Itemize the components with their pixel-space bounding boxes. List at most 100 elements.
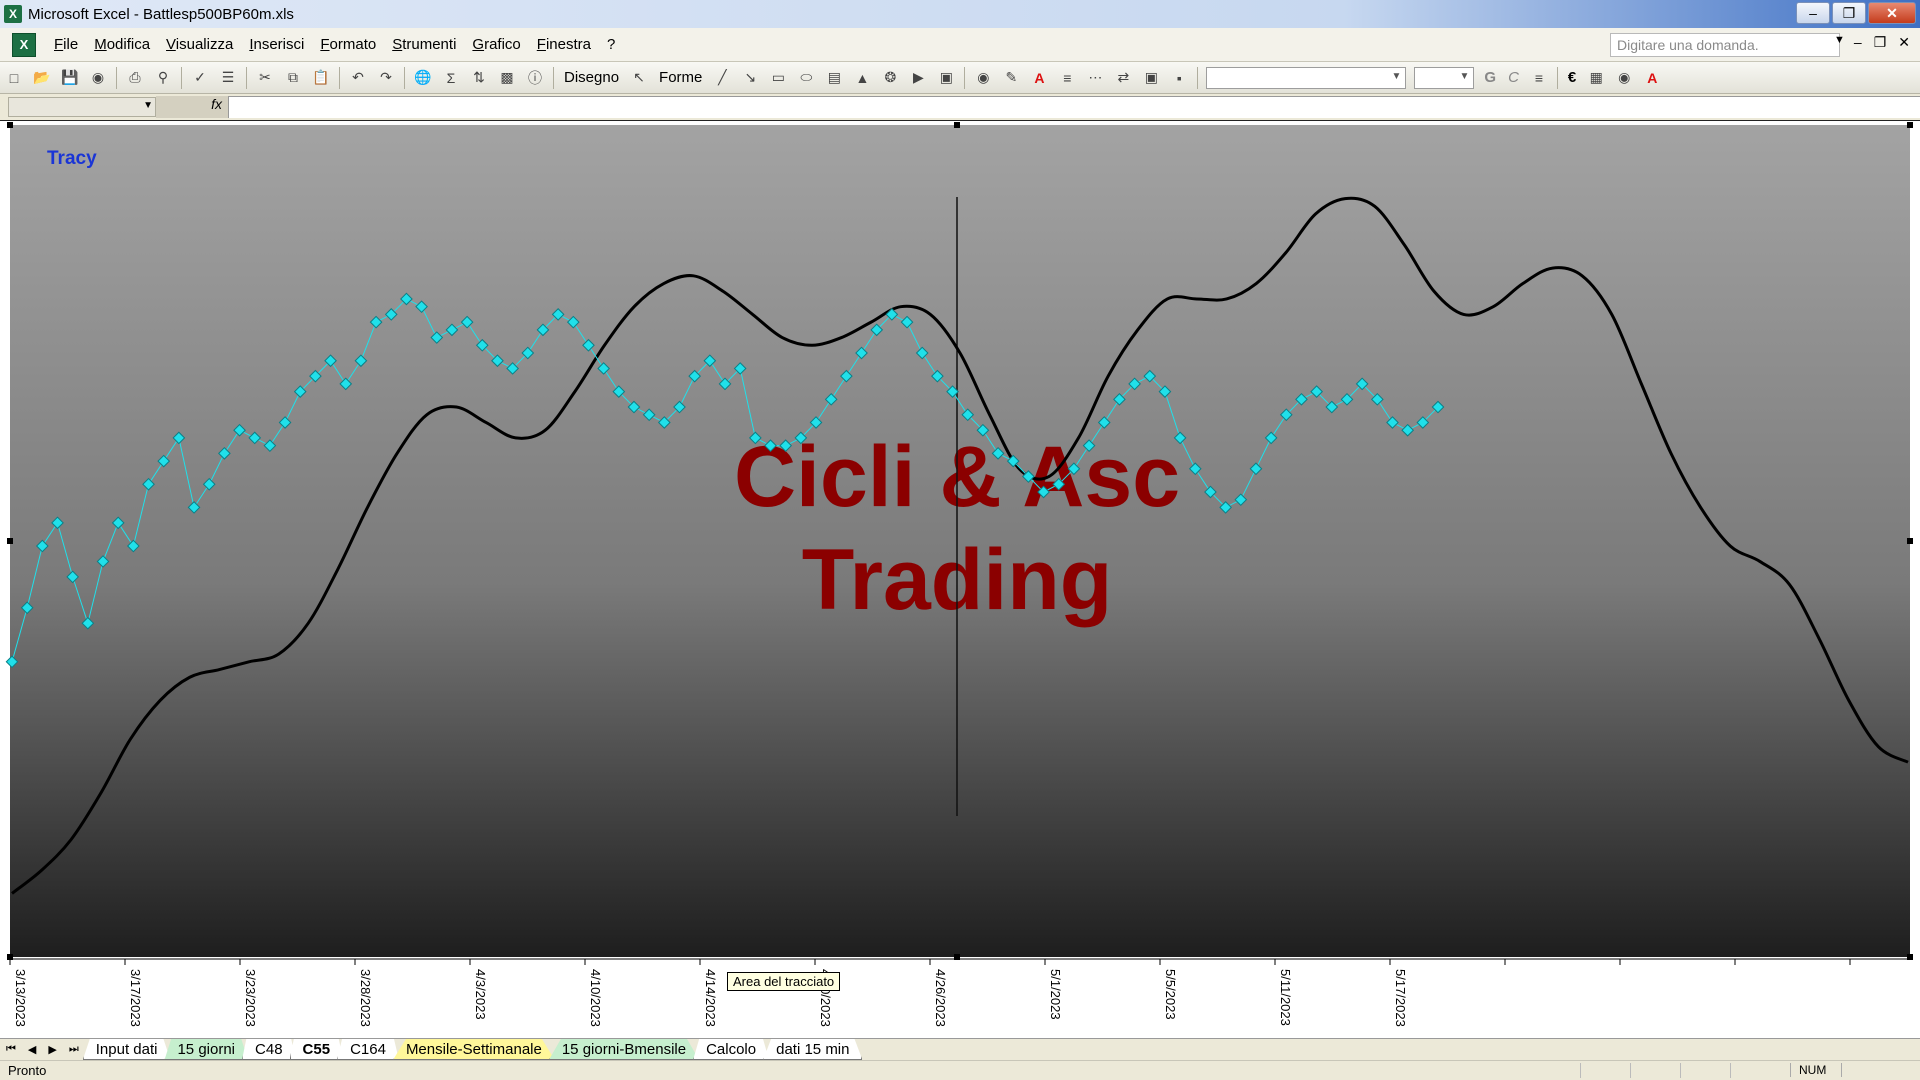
font-size-select[interactable]: ▼	[1414, 66, 1475, 89]
paste-icon[interactable]: 📋	[309, 66, 333, 90]
fill-color-icon[interactable]: ◉	[971, 66, 995, 90]
close-button[interactable]: ✕	[1868, 2, 1916, 24]
ellipse-icon[interactable]: ⬭	[794, 66, 818, 90]
open-folder-icon[interactable]: 📂	[30, 66, 54, 90]
borders-icon[interactable]: ▦	[1584, 66, 1608, 90]
sort-icon[interactable]: ⇅	[467, 66, 491, 90]
separator	[1197, 66, 1199, 89]
select-pointer-icon[interactable]: ↖	[627, 66, 651, 90]
dash-style-icon[interactable]: ⋯	[1083, 66, 1107, 90]
tab-c48[interactable]: C48	[242, 1039, 296, 1060]
menu-formato[interactable]: Formato	[312, 36, 384, 53]
help-icon[interactable]: ⓘ	[523, 66, 547, 90]
tab-calcolo[interactable]: Calcolo	[693, 1039, 770, 1060]
permission-icon[interactable]: ◉	[86, 66, 110, 90]
chart-canvas[interactable]: Tracy Cicli & Asc Trading 3/13/2023 3/17/…	[0, 121, 1920, 1039]
separator	[964, 66, 966, 89]
chart-wizard-icon[interactable]: ▩	[495, 66, 519, 90]
wordart-icon[interactable]: ▲	[850, 66, 874, 90]
title-bar: X Microsoft Excel - Battlesp500BP60m.xls…	[0, 0, 1920, 28]
mdi-close-button[interactable]: ✕	[1898, 34, 1910, 51]
autosum-icon[interactable]: Σ	[439, 66, 463, 90]
arrow-style-icon[interactable]: ⇄	[1111, 66, 1135, 90]
font-name-select[interactable]: ▼	[1206, 66, 1407, 89]
tooltip: Area del tracciato	[727, 972, 841, 991]
excel-window: X Microsoft Excel - Battlesp500BP60m.xls…	[0, 0, 1920, 1080]
menu-strumenti[interactable]: Strumenti	[384, 36, 464, 53]
menu-grafico[interactable]: Grafico	[464, 36, 528, 53]
separator	[116, 66, 117, 89]
next-sheet-icon[interactable]: ▶	[48, 1043, 56, 1056]
separator	[339, 66, 340, 89]
menu-visualizza[interactable]: Visualizza	[158, 36, 241, 53]
tab-c164[interactable]: C164	[337, 1039, 399, 1060]
formula-input[interactable]	[228, 96, 1920, 118]
font-color-icon[interactable]: A	[1027, 66, 1051, 90]
redo-icon[interactable]: ↷	[374, 66, 398, 90]
status-panels	[1580, 1063, 1780, 1078]
resize-handle[interactable]	[1907, 538, 1913, 544]
bold-button[interactable]: G	[1484, 69, 1496, 86]
last-sheet-icon[interactable]: ⏭	[69, 1043, 79, 1056]
function-icon[interactable]: fx	[156, 96, 228, 118]
chart-sheet[interactable]: Tracy Cicli & Asc Trading 3/13/2023 3/17/…	[0, 120, 1920, 1038]
cut-icon[interactable]: ✂	[253, 66, 277, 90]
chart-icon[interactable]: X	[12, 32, 36, 57]
textbox-icon[interactable]: ▤	[822, 66, 846, 90]
resize-handle[interactable]	[954, 122, 960, 128]
line-style-icon[interactable]: ≡	[1055, 66, 1079, 90]
print-preview-icon[interactable]: ⚲	[151, 66, 175, 90]
picture-icon[interactable]: ▣	[934, 66, 958, 90]
ask-question-input[interactable]: Digitare una domanda.	[1610, 33, 1840, 57]
prev-sheet-icon[interactable]: ◀	[28, 1043, 36, 1056]
chevron-down-icon: ▼	[143, 100, 153, 111]
tab-navigation: ⏮ ◀ ▶ ⏭	[0, 1039, 89, 1060]
resize-handle[interactable]	[7, 122, 13, 128]
diagram-icon[interactable]: ❂	[878, 66, 902, 90]
name-box[interactable]: ▼	[8, 97, 156, 117]
menu-help[interactable]: ?	[599, 36, 623, 53]
menu-modifica[interactable]: Modifica	[86, 36, 158, 53]
arrow-icon[interactable]: ↘	[738, 66, 762, 90]
resize-handle[interactable]	[1907, 122, 1913, 128]
line-color-icon[interactable]: ✎	[999, 66, 1023, 90]
spelling-icon[interactable]: ✓	[188, 66, 212, 90]
tab-mensile-settimanale[interactable]: Mensile-Settimanale	[392, 1039, 555, 1060]
first-sheet-icon[interactable]: ⏮	[6, 1043, 16, 1056]
line-icon[interactable]: ╱	[710, 66, 734, 90]
clipart-icon[interactable]: ▶	[906, 66, 930, 90]
tab-input-dati[interactable]: Input dati	[82, 1039, 171, 1060]
chevron-down-icon[interactable]: ▼	[1834, 34, 1845, 46]
menu-file[interactable]: File	[46, 36, 86, 53]
mdi-minimize-button[interactable]: –	[1854, 34, 1862, 51]
rectangle-icon[interactable]: ▭	[766, 66, 790, 90]
x-tick-label: 3/28/2023	[358, 969, 373, 1027]
x-tick-label: 3/23/2023	[243, 969, 258, 1027]
italic-button[interactable]: C	[1508, 69, 1519, 86]
shapes-menu-button[interactable]: Forme	[659, 69, 702, 86]
tab-c55[interactable]: C55	[289, 1039, 344, 1060]
new-file-icon[interactable]: □	[2, 66, 26, 90]
save-icon[interactable]: 💾	[58, 66, 82, 90]
tab-15-giorni[interactable]: 15 giorni	[164, 1039, 249, 1060]
draw-menu-button[interactable]: Disegno	[564, 69, 619, 86]
mdi-restore-button[interactable]: ❐	[1874, 34, 1887, 51]
fill-bucket-icon[interactable]: ◉	[1612, 66, 1636, 90]
resize-handle[interactable]	[7, 538, 13, 544]
menu-inserisci[interactable]: Inserisci	[241, 36, 312, 53]
tab-dati-15-min[interactable]: dati 15 min	[763, 1039, 863, 1060]
3d-icon[interactable]: ▪	[1167, 66, 1191, 90]
research-icon[interactable]: ☰	[216, 66, 240, 90]
restore-button[interactable]: ❐	[1832, 2, 1866, 24]
tab-15-giorni-bmensile[interactable]: 15 giorni-Bmensile	[548, 1039, 700, 1060]
copy-icon[interactable]: ⧉	[281, 66, 305, 90]
menu-finestra[interactable]: Finestra	[529, 36, 599, 53]
align-center-icon[interactable]: ≡	[1527, 66, 1551, 90]
currency-button[interactable]: €	[1568, 69, 1576, 86]
shadow-icon[interactable]: ▣	[1139, 66, 1163, 90]
minimize-button[interactable]: –	[1796, 2, 1830, 24]
hyperlink-icon[interactable]: 🌐	[411, 66, 435, 90]
print-icon[interactable]: ⎙	[123, 66, 147, 90]
undo-icon[interactable]: ↶	[346, 66, 370, 90]
text-color-icon[interactable]: A	[1640, 66, 1664, 90]
